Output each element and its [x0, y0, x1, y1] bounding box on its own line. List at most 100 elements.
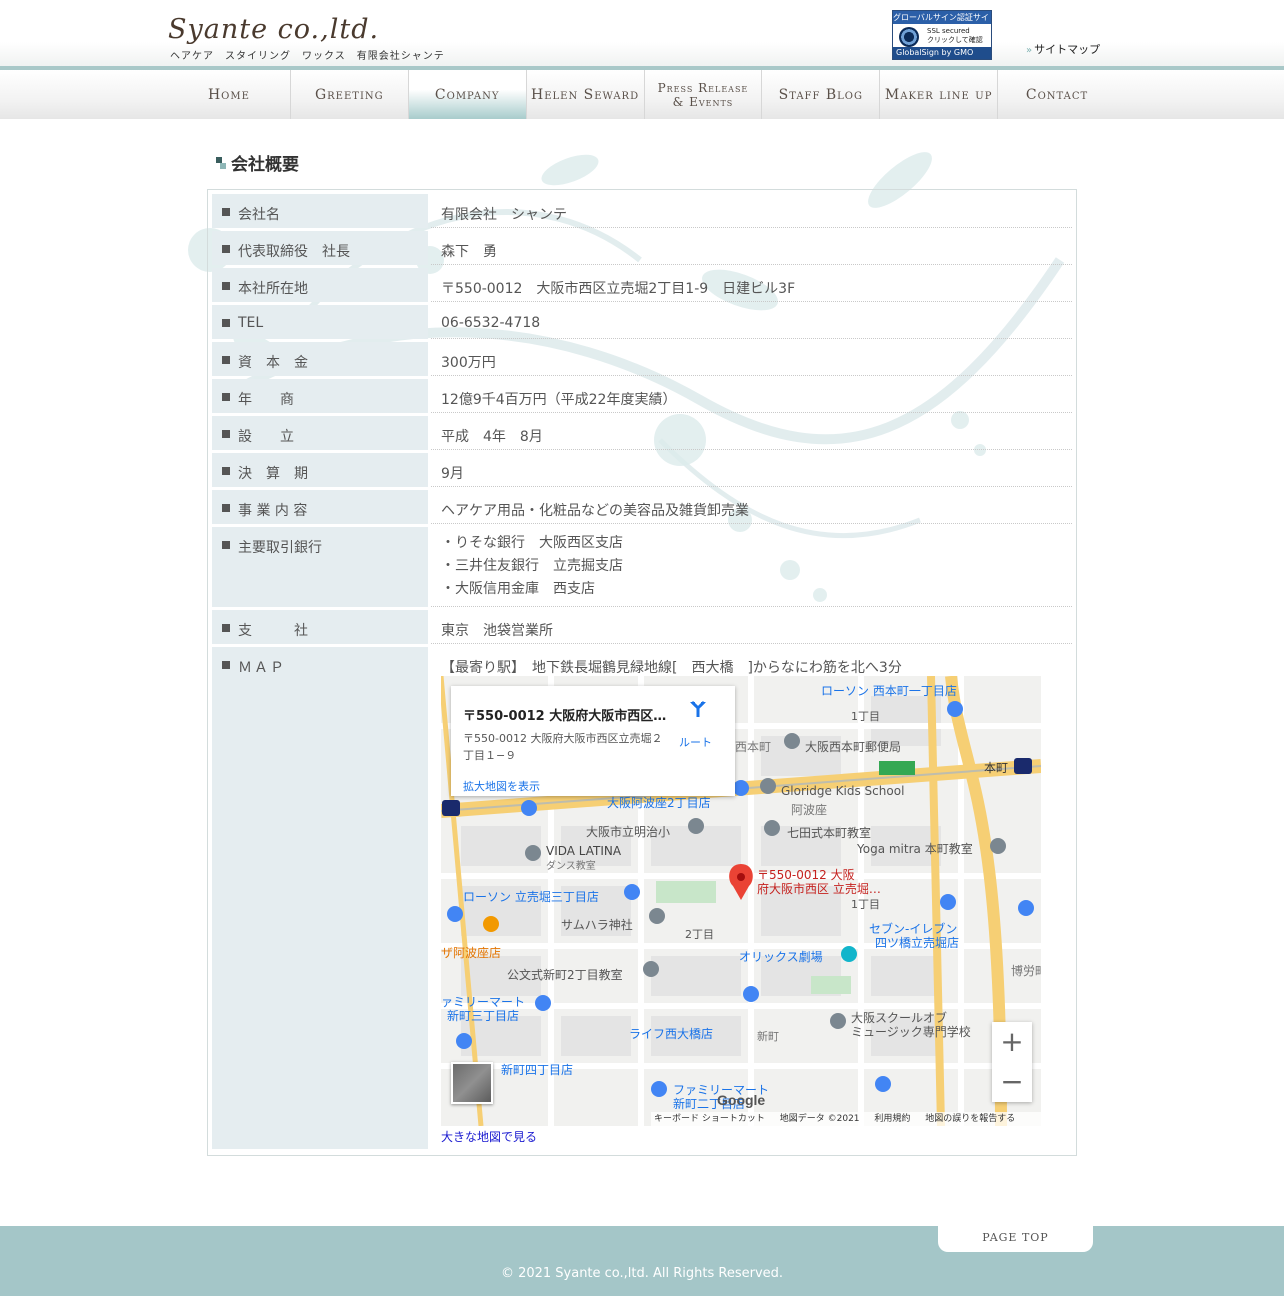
report-error-link[interactable]: 地図の誤りを報告する	[925, 1114, 1015, 1124]
map-card-title: 〒550-0012 大阪府大阪市西区…	[463, 709, 667, 724]
table-row: 支 社 東京 池袋営業所	[212, 610, 1072, 644]
table-row: 代表取締役 社長 森下 勇	[212, 231, 1072, 265]
row-value: 平成 4年 8月	[431, 416, 1072, 450]
map-label: 新町	[757, 1030, 779, 1043]
map-label: 1丁目	[851, 710, 880, 723]
ssl-badge-title: グローバルサイン認証サイト	[893, 11, 991, 24]
map-label: 新町四丁目店	[501, 1063, 574, 1077]
directions-icon[interactable]	[689, 700, 707, 718]
table-row: TEL 06-6532-4718	[212, 305, 1072, 339]
row-value: 9月	[431, 453, 1072, 487]
table-row: 資 本 金 300万円	[212, 342, 1072, 376]
row-value: 有限会社 シャンテ	[431, 194, 1072, 228]
map-label: Gloridge Kids School	[781, 784, 905, 798]
map-label: ローソン 立売堀三丁目店	[463, 890, 599, 904]
row-label: 主要取引銀行	[212, 527, 428, 607]
map-label: 阿波座	[791, 803, 828, 817]
zoom-in-button[interactable]: +	[992, 1022, 1032, 1062]
nav-helen-seward[interactable]: Helen Seward	[527, 70, 645, 119]
bank-item: ・大阪信用金庫 西支店	[441, 581, 595, 597]
map-card-address: 〒550-0012 大阪府大阪市西区立売堀２丁目１−９	[463, 732, 663, 762]
map-label: 七田式本町教室	[787, 826, 872, 840]
table-row: 設 立 平成 4年 8月	[212, 416, 1072, 450]
keyboard-shortcuts-link[interactable]: キーボード ショートカット	[654, 1114, 765, 1124]
ssl-badge-text: SSL secured クリックして確認	[927, 27, 983, 44]
row-label: 設 立	[212, 416, 428, 450]
map-label: サムハラ神社	[561, 918, 633, 932]
row-value: 〒550-0012 大阪市西区立売堀2丁目1-9 日建ビル3F	[431, 268, 1072, 302]
map-label: 大阪阿波座2丁目店	[607, 796, 711, 810]
row-label: 資 本 金	[212, 342, 428, 376]
map-label: ザ阿波座店	[441, 946, 502, 960]
row-value: ・りそな銀行 大阪西区支店 ・三井住友銀行 立売掘支店 ・大阪信用金庫 西支店	[431, 527, 1072, 607]
nav-press-release[interactable]: Press Release & Events	[645, 70, 763, 119]
row-label: 支 社	[212, 610, 428, 644]
ssl-badge-brand: GlobalSign by GMO	[893, 47, 991, 59]
zoom-out-button[interactable]: −	[992, 1062, 1032, 1102]
row-label: 会社名	[212, 194, 428, 228]
table-row: 会社名 有限会社 シャンテ	[212, 194, 1072, 228]
map-label: VIDA LATINA	[546, 844, 622, 858]
page-title: 会社概要	[216, 150, 299, 175]
table-row: 事 業 内 容 ヘアケア用品・化粧品などの美容品及雑貨卸売業	[212, 490, 1072, 524]
bank-item: ・三井住友銀行 立売掘支店	[441, 558, 623, 574]
map-label: 西本町	[735, 740, 772, 754]
map-label: ダンス教室	[546, 861, 596, 872]
google-logo: Google	[717, 1092, 766, 1108]
map-label: 2丁目	[685, 928, 714, 941]
map-label: ミュージック専門学校	[851, 1025, 971, 1039]
terms-link[interactable]: 利用規約	[874, 1114, 910, 1124]
satellite-toggle[interactable]	[451, 1062, 493, 1104]
table-row: 主要取引銀行 ・りそな銀行 大阪西区支店 ・三井住友銀行 立売掘支店 ・大阪信用…	[212, 527, 1072, 607]
map-label: 博労町	[1011, 964, 1041, 978]
map-label: 大阪市立明治小	[586, 825, 671, 839]
map-data-credit: 地図データ ©2021	[779, 1114, 860, 1124]
row-value: 東京 池袋営業所	[431, 610, 1072, 644]
double-chevron-icon: »	[1026, 45, 1033, 56]
table-row: 決 算 期 9月	[212, 453, 1072, 487]
row-value: 06-6532-4718	[431, 305, 1072, 339]
map-label: Yoga mitra 本町教室	[857, 842, 973, 856]
view-larger-map-link[interactable]: 拡大地図を表示	[463, 778, 540, 794]
nav-home[interactable]: Home	[168, 70, 291, 119]
sitemap-link[interactable]: » サイトマップ	[1026, 41, 1100, 57]
map-pin-label: 府大阪市西区 立売堀…	[757, 882, 881, 896]
row-label: 決 算 期	[212, 453, 428, 487]
ssl-badge[interactable]: グローバルサイン認証サイト SSL secured クリックして確認 Globa…	[892, 10, 992, 60]
map-label: 新町三丁目店	[447, 1009, 520, 1023]
zoom-controls: + −	[992, 1022, 1032, 1102]
row-label: 事 業 内 容	[212, 490, 428, 524]
page-top-button[interactable]: PAGE TOP	[938, 1222, 1093, 1252]
nav-maker-line-up[interactable]: Maker line up	[880, 70, 999, 119]
row-value: ヘアケア用品・化粧品などの美容品及雑貨卸売業	[431, 490, 1072, 524]
map-footer: キーボード ショートカット 地図データ ©2021 利用規約 地図の誤りを報告す…	[651, 1112, 1041, 1126]
main-nav: Home Greeting Company Helen Seward Press…	[0, 70, 1284, 119]
nav-staff-blog[interactable]: Staff Blog	[762, 70, 881, 119]
table-row: 本社所在地 〒550-0012 大阪市西区立売堀2丁目1-9 日建ビル3F	[212, 268, 1072, 302]
map-label: 本町	[984, 761, 1009, 775]
nav-company[interactable]: Company	[408, 70, 527, 119]
row-label: 本社所在地	[212, 268, 428, 302]
site-header: Syante co.,ltd. ヘアケア スタイリング ワックス 有限会社シャン…	[0, 0, 1284, 70]
map-label: ライフ西大橋店	[629, 1027, 714, 1041]
row-label: 代表取締役 社長	[212, 231, 428, 265]
map-label: オリックス劇場	[739, 950, 823, 964]
map-info-card: 〒550-0012 大阪府大阪市西区… 〒550-0012 大阪府大阪市西区立売…	[451, 686, 735, 796]
row-label: TEL	[212, 305, 428, 339]
map-label: 1丁目	[851, 898, 880, 911]
site-logo[interactable]: Syante co.,ltd.	[168, 14, 379, 45]
map-label: 四ツ橋立売堀店	[875, 936, 960, 950]
google-map[interactable]: ローソン 西本町一丁目店 大阪西本町郵便局 西本町 1丁目 Gloridge K…	[441, 676, 1041, 1126]
nav-greeting[interactable]: Greeting	[291, 70, 409, 119]
nav-contact[interactable]: Contact	[998, 70, 1116, 119]
bank-item: ・りそな銀行 大阪西区支店	[441, 535, 623, 551]
copyright: © 2021 Syante co.,ltd. All Rights Reserv…	[500, 1266, 784, 1281]
row-value: 森下 勇	[431, 231, 1072, 265]
big-map-link[interactable]: 大きな地図で見る	[441, 1128, 537, 1145]
site-tagline: ヘアケア スタイリング ワックス 有限会社シャンテ	[170, 51, 445, 62]
directions-label[interactable]: ルート	[679, 734, 712, 750]
row-value: 12億9千4百万円（平成22年度実績）	[431, 379, 1072, 413]
map-label: 公文式新町2丁目教室	[507, 968, 623, 982]
title-bullet-icon	[216, 157, 226, 171]
map-label: 大阪西本町郵便局	[805, 740, 902, 754]
